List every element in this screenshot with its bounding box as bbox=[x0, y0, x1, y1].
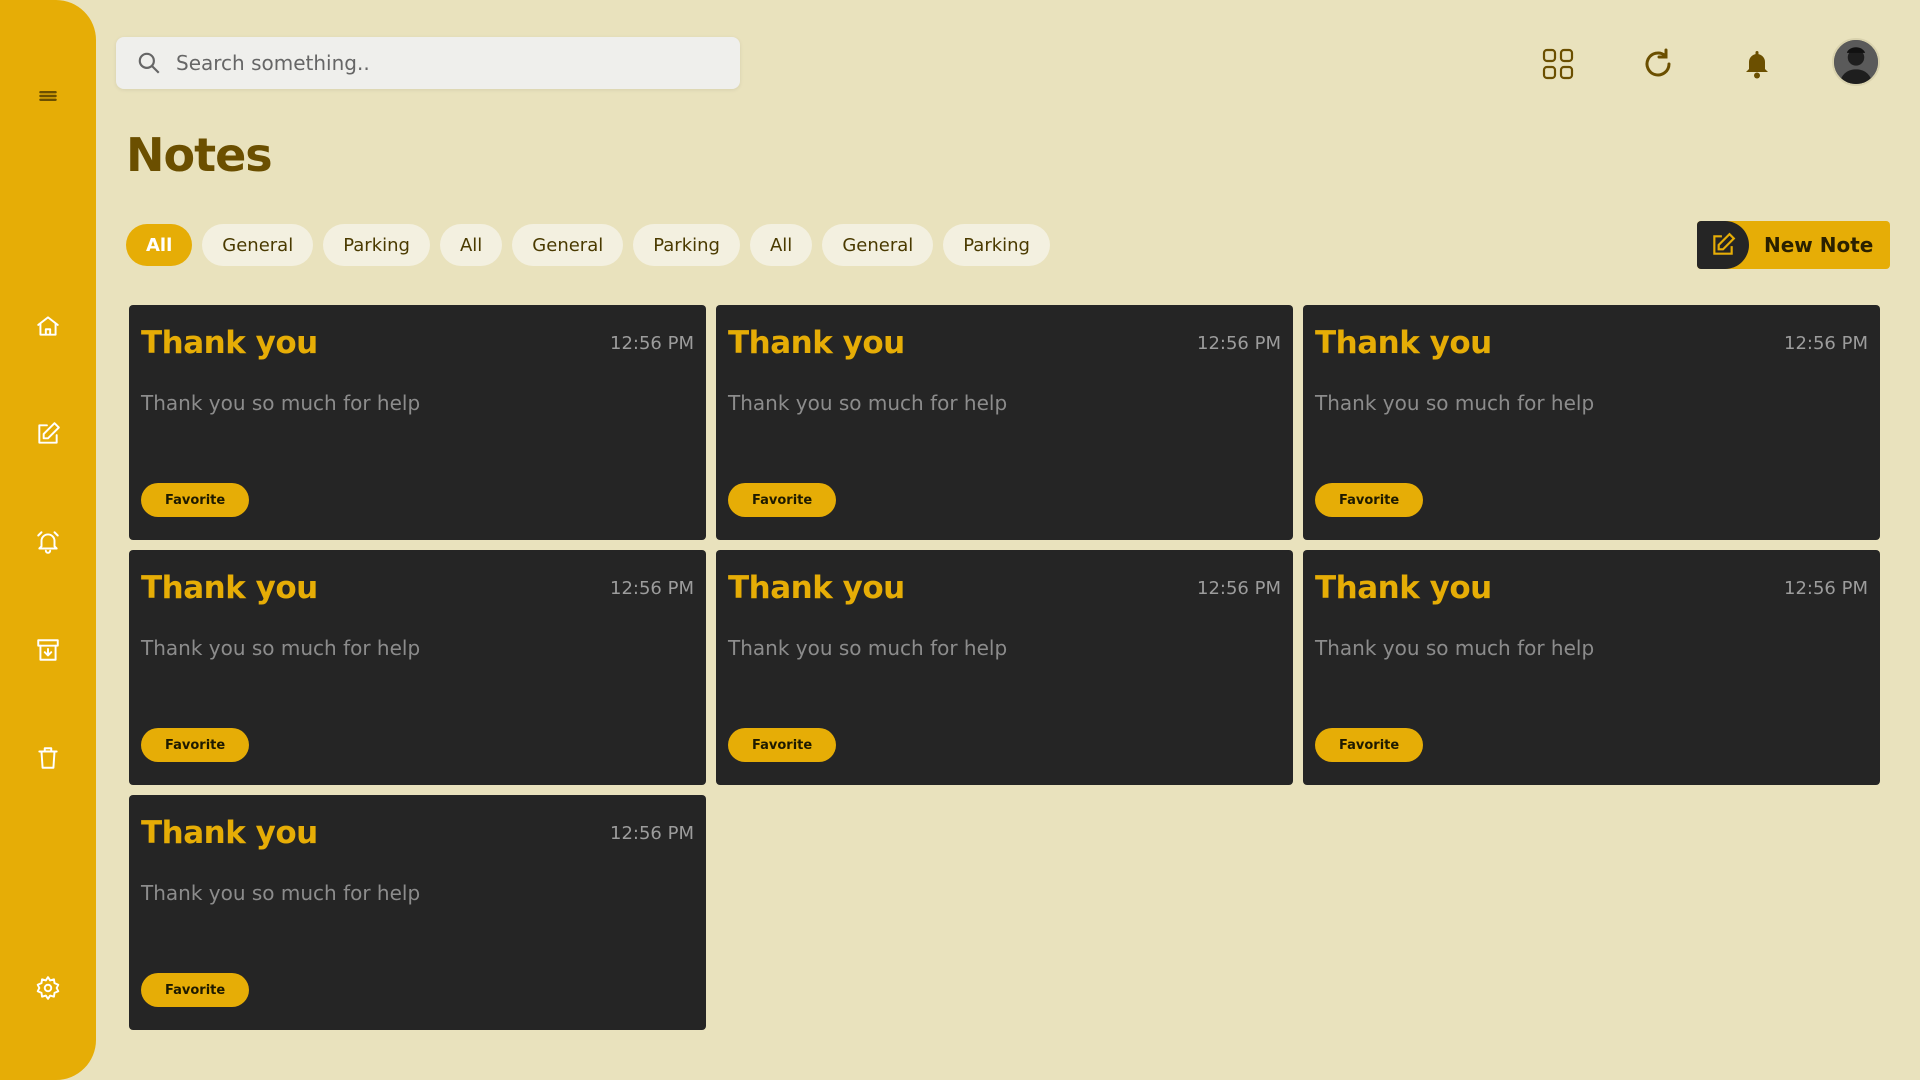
refresh-button[interactable] bbox=[1638, 44, 1678, 84]
sidebar-item-trash[interactable] bbox=[28, 738, 68, 778]
filter-chip[interactable]: All bbox=[439, 224, 503, 266]
note-body: Thank you so much for help bbox=[141, 636, 421, 660]
note-body: Thank you so much for help bbox=[141, 881, 421, 905]
note-title: Thank you bbox=[141, 570, 318, 606]
note-time: 12:56 PM bbox=[610, 333, 694, 354]
grid-view-icon bbox=[1542, 48, 1574, 80]
filter-chip[interactable]: All bbox=[749, 224, 813, 266]
favorite-badge[interactable]: Favorite bbox=[141, 973, 250, 1007]
page-title: Notes bbox=[126, 128, 273, 182]
favorite-badge[interactable]: Favorite bbox=[728, 728, 837, 762]
grid-view-button[interactable] bbox=[1538, 44, 1578, 84]
filter-chip[interactable]: General bbox=[202, 224, 314, 266]
filter-chip[interactable]: Parking bbox=[633, 224, 740, 266]
menu-icon bbox=[39, 91, 57, 101]
note-time: 12:56 PM bbox=[610, 823, 694, 844]
note-title: Thank you bbox=[728, 325, 905, 361]
sidebar bbox=[0, 0, 96, 1080]
filter-chip[interactable]: All bbox=[126, 224, 193, 266]
new-note-icon-wrap bbox=[1697, 221, 1749, 269]
notes-grid: Thank you 12:56 PM Thank you so much for… bbox=[129, 305, 1880, 1030]
filter-chip[interactable]: General bbox=[822, 224, 934, 266]
notification-bell-icon bbox=[1746, 51, 1768, 79]
note-title: Thank you bbox=[141, 325, 318, 361]
note-time: 12:56 PM bbox=[1197, 578, 1281, 599]
user-avatar-icon bbox=[1834, 40, 1878, 84]
search-bar bbox=[116, 37, 740, 89]
sidebar-item-settings[interactable] bbox=[28, 968, 68, 1008]
note-card[interactable]: Thank you 12:56 PM Thank you so much for… bbox=[129, 550, 706, 785]
filter-chip[interactable]: General bbox=[512, 224, 624, 266]
note-time: 12:56 PM bbox=[1197, 333, 1281, 354]
favorite-badge[interactable]: Favorite bbox=[1315, 728, 1424, 762]
favorite-badge[interactable]: Favorite bbox=[141, 483, 250, 517]
refresh-icon bbox=[1645, 48, 1671, 77]
note-body: Thank you so much for help bbox=[1315, 636, 1595, 660]
filter-chips: All General Parking All General Parking … bbox=[126, 224, 1050, 266]
note-card[interactable]: Thank you 12:56 PM Thank you so much for… bbox=[716, 550, 1293, 785]
edit-icon bbox=[1713, 232, 1736, 255]
home-icon bbox=[37, 316, 59, 336]
reminder-bell-icon bbox=[37, 531, 59, 554]
filter-chip[interactable]: Parking bbox=[323, 224, 430, 266]
menu-button[interactable] bbox=[28, 76, 68, 116]
archive-icon bbox=[37, 639, 59, 661]
favorite-badge[interactable]: Favorite bbox=[728, 483, 837, 517]
sidebar-item-reminders[interactable] bbox=[28, 522, 68, 562]
new-note-label: New Note bbox=[1764, 233, 1874, 257]
sidebar-item-home[interactable] bbox=[28, 306, 68, 346]
filter-chip[interactable]: Parking bbox=[943, 224, 1050, 266]
sidebar-item-edit[interactable] bbox=[28, 414, 68, 454]
new-note-button[interactable]: New Note bbox=[1697, 221, 1890, 269]
note-body: Thank you so much for help bbox=[1315, 391, 1595, 415]
note-time: 12:56 PM bbox=[1784, 333, 1868, 354]
search-input[interactable] bbox=[176, 43, 716, 83]
note-card[interactable]: Thank you 12:56 PM Thank you so much for… bbox=[1303, 305, 1880, 540]
trash-icon bbox=[38, 747, 58, 769]
settings-icon bbox=[36, 976, 60, 1000]
sidebar-item-archive[interactable] bbox=[28, 630, 68, 670]
note-card[interactable]: Thank you 12:56 PM Thank you so much for… bbox=[716, 305, 1293, 540]
note-title: Thank you bbox=[728, 570, 905, 606]
note-card[interactable]: Thank you 12:56 PM Thank you so much for… bbox=[129, 305, 706, 540]
note-body: Thank you so much for help bbox=[728, 636, 1008, 660]
note-time: 12:56 PM bbox=[1784, 578, 1868, 599]
favorite-badge[interactable]: Favorite bbox=[1315, 483, 1424, 517]
note-card[interactable]: Thank you 12:56 PM Thank you so much for… bbox=[1303, 550, 1880, 785]
edit-note-icon bbox=[38, 422, 60, 444]
avatar[interactable] bbox=[1832, 38, 1880, 86]
note-time: 12:56 PM bbox=[610, 578, 694, 599]
note-card[interactable]: Thank you 12:56 PM Thank you so much for… bbox=[129, 795, 706, 1030]
note-title: Thank you bbox=[1315, 325, 1492, 361]
notification-button[interactable] bbox=[1737, 44, 1777, 84]
search-icon bbox=[138, 52, 160, 74]
note-title: Thank you bbox=[141, 815, 318, 851]
note-body: Thank you so much for help bbox=[728, 391, 1008, 415]
note-title: Thank you bbox=[1315, 570, 1492, 606]
note-body: Thank you so much for help bbox=[141, 391, 421, 415]
favorite-badge[interactable]: Favorite bbox=[141, 728, 250, 762]
